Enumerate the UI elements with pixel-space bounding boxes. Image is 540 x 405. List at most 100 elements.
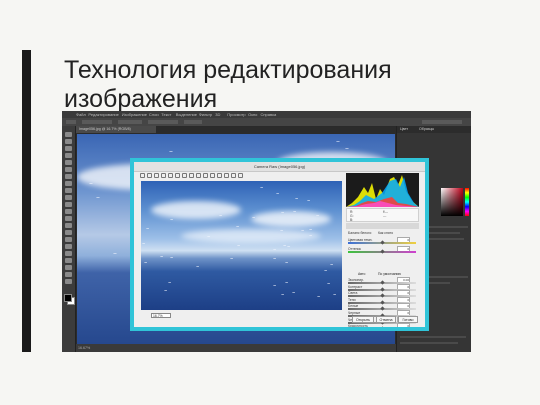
tool-icon[interactable] (65, 230, 72, 235)
auto-link[interactable]: Авто (358, 272, 365, 276)
tool-icon[interactable] (65, 237, 72, 242)
tool-icon[interactable] (65, 146, 72, 151)
seagull: ⌣ (309, 233, 313, 239)
seagull: ⌣ (327, 281, 331, 287)
camera-raw-tool-icon[interactable] (140, 173, 145, 178)
seagull: ⌣ (345, 145, 349, 152)
camera-raw-tool-icon[interactable] (231, 173, 236, 178)
zoom-select[interactable]: 16.7% (151, 313, 171, 318)
tool-icon[interactable] (65, 160, 72, 165)
histogram (346, 173, 419, 207)
info-shutter: --- (383, 214, 387, 218)
camera-raw-tool-icon[interactable] (224, 173, 229, 178)
hue-slider[interactable] (465, 188, 469, 216)
cancel-button[interactable]: Отмена (376, 316, 396, 323)
camera-raw-tool-icon[interactable] (182, 173, 187, 178)
foreground-color-swatch[interactable] (64, 294, 72, 302)
tool-icon[interactable] (65, 258, 72, 263)
seagull: ⌣ (170, 217, 174, 223)
camera-raw-tool-icon[interactable] (175, 173, 180, 178)
adjustment-slider-row[interactable]: Цветовая темп. 0 (348, 237, 418, 245)
camera-raw-tool-icon[interactable] (161, 173, 166, 178)
menu-item[interactable]: Фильтр (199, 112, 212, 117)
menu-item[interactable]: Просмотр (227, 112, 245, 117)
seagull: ⌣ (292, 290, 296, 296)
tool-icon[interactable] (65, 181, 72, 186)
seagull: ⌣ (113, 250, 117, 257)
menu-item[interactable]: Справка (261, 112, 277, 117)
camera-raw-tool-icon[interactable] (238, 173, 243, 178)
seagull: ⌣ (144, 260, 148, 266)
menu-item[interactable]: Изображение (122, 112, 147, 117)
tool-icon[interactable] (65, 279, 72, 284)
menu-item[interactable]: Окно (248, 112, 257, 117)
status-bar: 16.67% (76, 344, 396, 352)
tool-icon[interactable] (65, 251, 72, 256)
camera-raw-tool-icon[interactable] (147, 173, 152, 178)
seagull: ⌣ (252, 215, 256, 221)
tool-icon[interactable] (65, 132, 72, 137)
slide-accent-bar (22, 50, 31, 352)
seagull: ⌣ (295, 196, 299, 202)
tool-icon[interactable] (65, 209, 72, 214)
seagull: ⌣ (317, 294, 321, 300)
menu-item[interactable]: Выделение (176, 112, 197, 117)
seagull: ⌣ (333, 292, 337, 298)
seagull: ⌣ (96, 194, 100, 201)
seagull: ⌣ (336, 138, 340, 145)
camera-raw-tool-icon[interactable] (217, 173, 222, 178)
color-picker-field[interactable] (441, 188, 463, 216)
adjustment-panel-tabs[interactable] (346, 223, 419, 229)
menu-item[interactable]: Редактирование (88, 112, 118, 117)
camera-raw-tool-icon[interactable] (189, 173, 194, 178)
camera-raw-tool-icon[interactable] (196, 173, 201, 178)
tool-icon[interactable] (65, 188, 72, 193)
menu-item[interactable]: Слои (149, 112, 159, 117)
menu-item[interactable]: 3D (215, 112, 220, 117)
seagull: ⌣ (260, 185, 264, 191)
status-zoom: 16.67% (78, 346, 91, 350)
tool-icon[interactable] (65, 167, 72, 172)
seagull: ⌣ (273, 283, 277, 289)
seagull: ⌣ (324, 268, 328, 274)
tab-color[interactable]: Цвет (400, 127, 408, 131)
tab-swatches[interactable]: Образцы (419, 127, 434, 131)
seagull: ⌣ (164, 288, 168, 294)
seagull: ⌣ (293, 209, 297, 215)
tool-icon[interactable] (65, 195, 72, 200)
slider-label: Красочность (348, 324, 368, 327)
camera-raw-tool-icon[interactable] (168, 173, 173, 178)
seagull: ⌣ (219, 213, 223, 219)
default-link[interactable]: По умолчанию (378, 272, 401, 276)
done-button[interactable]: Готово (398, 316, 418, 323)
document-tab[interactable]: Image056.jpg @ 16.7% (RGB/8) (76, 126, 156, 133)
tool-icon[interactable] (65, 265, 72, 270)
document-tab-label: Image056.jpg @ 16.7% (RGB/8) (79, 127, 131, 131)
tool-icon[interactable] (65, 202, 72, 207)
tool-icon[interactable] (65, 244, 72, 249)
camera-raw-tool-icon[interactable] (154, 173, 159, 178)
tool-icon[interactable] (65, 223, 72, 228)
camera-raw-tool-icon[interactable] (203, 173, 208, 178)
tool-icon[interactable] (65, 272, 72, 277)
tool-icon[interactable] (65, 174, 72, 179)
seagull: ⌣ (281, 292, 285, 298)
tool-icon[interactable] (65, 216, 72, 221)
tool-icon[interactable] (65, 139, 72, 144)
color-panel-tabs: Цвет Образцы (397, 126, 471, 133)
seagull: ⌣ (330, 262, 334, 268)
camera-raw-preview[interactable]: ⌣ ⌣ ⌣ ⌣ ⌣ ⌣ ⌣ ⌣ ⌣ ⌣ ⌣ ⌣ ⌣ ⌣ ⌣ ⌣ ⌣ ⌣ ⌣ ⌣ ⌣ ⌣ ⌣ ⌣ ⌣ ⌣ ⌣ ⌣ ⌣ ⌣ ⌣ ⌣ ⌣ ⌣ ⌣ ⌣ ⌣ ⌣ ⌣ ⌣ (141, 181, 342, 310)
open-button[interactable]: Открыть (352, 316, 374, 323)
camera-raw-tool-icon[interactable] (210, 173, 215, 178)
adjustment-slider-row[interactable]: Оттенок 0 (348, 246, 418, 254)
seagull: ⌣ (89, 180, 93, 187)
menu-bar: Файл Редактирование Изображение Слои Текст Вы… (62, 111, 471, 118)
adjustment-slider-row[interactable]: Красочность 0 (348, 323, 418, 327)
menu-item[interactable]: Файл (76, 112, 86, 117)
tool-icon[interactable] (65, 153, 72, 158)
seagull: ⌣ (236, 224, 240, 230)
menu-item[interactable]: Текст (161, 112, 171, 117)
white-balance-select[interactable]: Как снято (378, 231, 393, 235)
seagull: ⌣ (273, 247, 277, 253)
seagull: ⌣ (230, 256, 234, 262)
